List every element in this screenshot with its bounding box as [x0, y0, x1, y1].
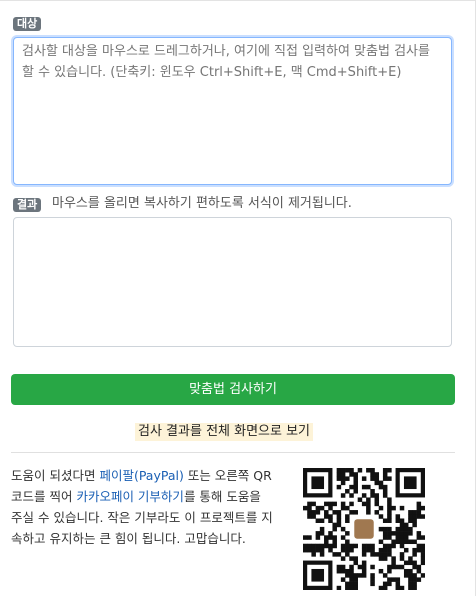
donation-text-part1: 도움이 되셨다면	[11, 468, 100, 483]
result-output-box[interactable]	[13, 217, 452, 347]
target-textarea[interactable]	[13, 37, 452, 185]
result-hint-text: 마우스를 올리면 복사하기 편하도록 서식이 제거됩니다.	[52, 196, 352, 211]
kakaopay-qr-code-icon	[303, 468, 425, 590]
target-label-badge: 대상	[13, 17, 42, 31]
result-label-badge: 결과	[13, 198, 42, 212]
kakaopay-link[interactable]: 카카오페이 기부하기	[76, 489, 183, 504]
fullscreen-result-link[interactable]: 검사 결과를 전체 화면으로 보기	[135, 423, 314, 441]
donation-message: 도움이 되셨다면 페이팔(PayPal) 또는 오른쪽 QR코드를 찍어 카카오…	[11, 465, 276, 549]
section-divider	[11, 452, 455, 453]
paypal-link[interactable]: 페이팔(PayPal)	[99, 468, 183, 483]
top-border	[0, 0, 476, 1]
spell-check-button[interactable]: 맞춤법 검사하기	[11, 374, 455, 405]
